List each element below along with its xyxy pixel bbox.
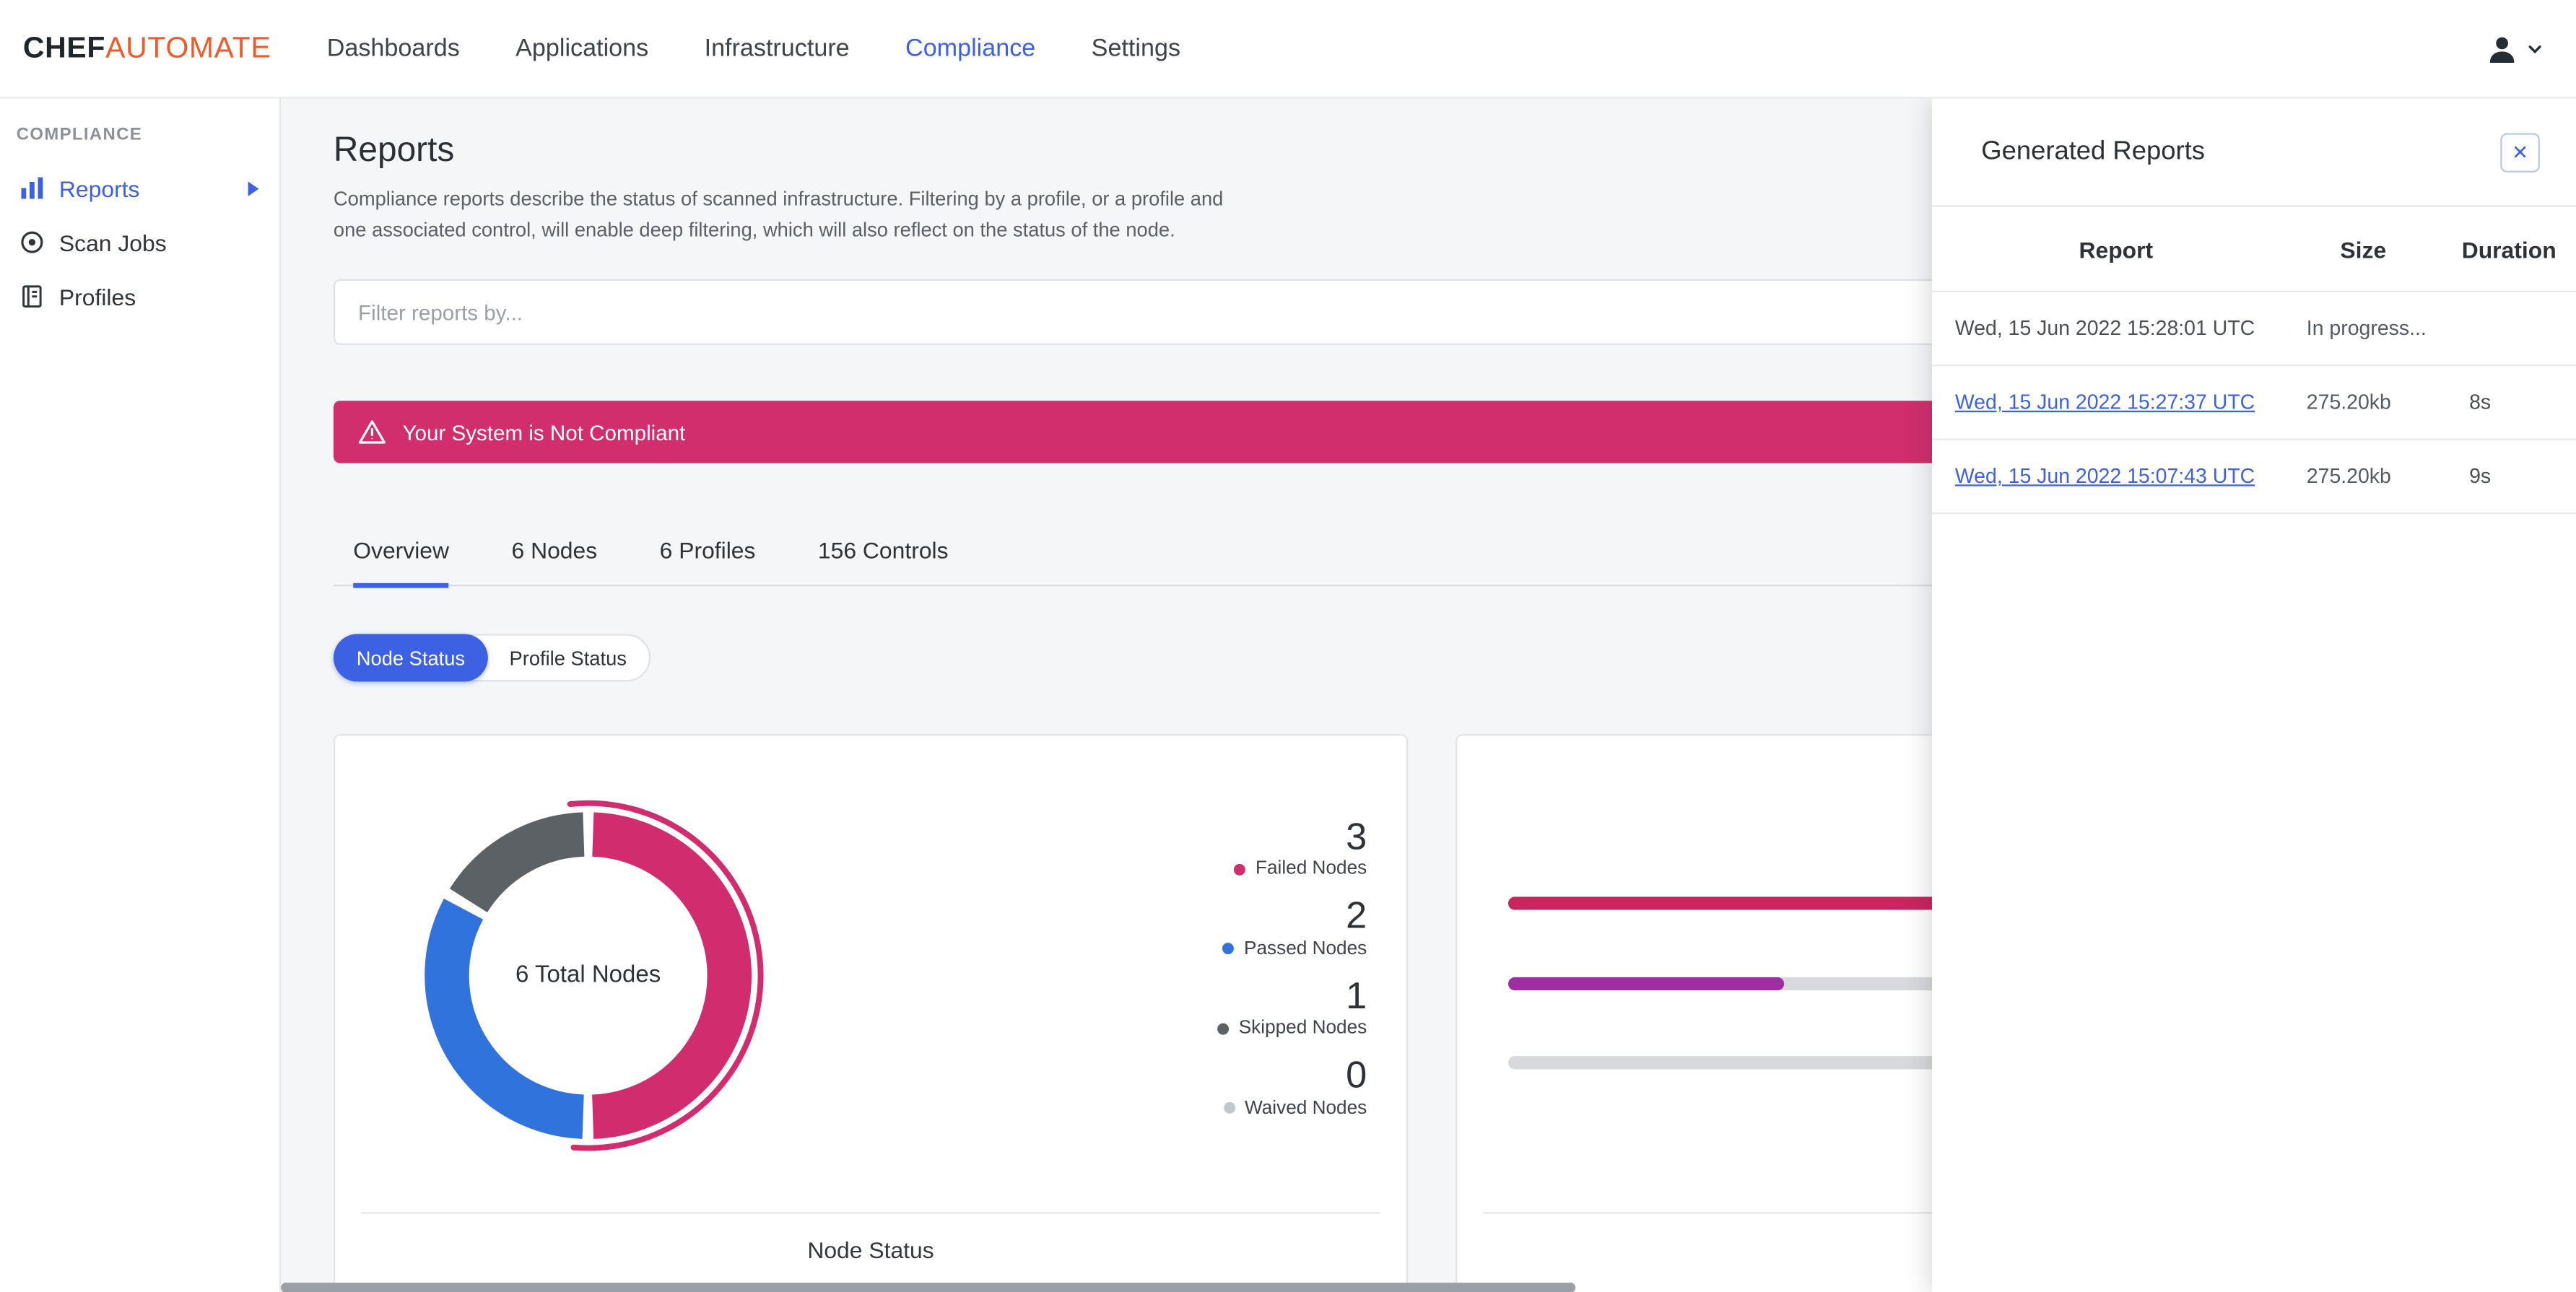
report-row: Wed, 15 Jun 2022 15:07:43 UTC 275.20kb 9s bbox=[1931, 440, 2576, 515]
report-duration-cell: 8s bbox=[2469, 390, 2492, 414]
panel-header: Generated Reports ✕ bbox=[1931, 99, 2576, 207]
legend-label-row: Passed Nodes bbox=[1186, 939, 1367, 959]
legend-label-row: Waived Nodes bbox=[1186, 1099, 1367, 1118]
nav-item-infrastructure[interactable]: Infrastructure bbox=[701, 25, 853, 72]
node-status-card: 6 Total Nodes 3 Failed Nodes 2 Passed Nodes… bbox=[333, 734, 1409, 1292]
column-header-duration: Duration bbox=[2461, 235, 2557, 262]
legend-label: Failed Nodes bbox=[1256, 860, 1367, 880]
node-status-donut: 6 Total Nodes bbox=[391, 779, 786, 1173]
horizontal-scrollbar[interactable] bbox=[281, 1283, 1576, 1292]
legend-label-row: Skipped Nodes bbox=[1186, 1019, 1367, 1039]
user-menu-button[interactable] bbox=[2484, 30, 2544, 66]
donut-chart bbox=[412, 800, 764, 1151]
nav-item-settings[interactable]: Settings bbox=[1088, 25, 1183, 72]
report-date-cell: Wed, 15 Jun 2022 15:27:37 UTC bbox=[1955, 391, 2277, 414]
page-description: Compliance reports describe the status o… bbox=[333, 187, 1224, 242]
report-row: Wed, 15 Jun 2022 15:28:01 UTC In progress… bbox=[1931, 292, 2576, 367]
tab-overview[interactable]: Overview bbox=[353, 537, 450, 588]
logo-automate: AUTOMATE bbox=[105, 31, 271, 64]
status-toggle: Node Status Profile Status bbox=[333, 634, 652, 682]
report-link[interactable]: Wed, 15 Jun 2022 15:27:37 UTC bbox=[1955, 391, 2255, 414]
sidebar: COMPLIANCE Reports Scan Jobs Profiles bbox=[0, 98, 282, 1292]
person-icon bbox=[2484, 30, 2520, 66]
tab-6-profiles[interactable]: 6 Profiles bbox=[660, 537, 756, 588]
top-navigation-bar: CHEFAUTOMATE Dashboards Applications Infra… bbox=[0, 0, 2576, 99]
legend-item: 3 Failed Nodes bbox=[1186, 814, 1367, 879]
legend-dot bbox=[1217, 1023, 1230, 1035]
report-date-cell: Wed, 15 Jun 2022 15:07:43 UTC bbox=[1955, 465, 2277, 488]
top-nav: Dashboards Applications Infrastructure Comp… bbox=[323, 25, 1183, 72]
warning-icon bbox=[358, 419, 386, 445]
page-title: Reports bbox=[333, 131, 455, 170]
report-link[interactable]: Wed, 15 Jun 2022 15:07:43 UTC bbox=[1955, 465, 2255, 488]
chevron-down-icon bbox=[2527, 40, 2544, 57]
severity-bar-fill bbox=[1507, 976, 1784, 990]
profiles-icon bbox=[18, 284, 44, 310]
report-duration-cell: 9s bbox=[2469, 464, 2492, 488]
report-date-cell: Wed, 15 Jun 2022 15:28:01 UTC bbox=[1954, 317, 2255, 341]
legend-label: Skipped Nodes bbox=[1238, 1018, 1367, 1039]
legend-count: 0 bbox=[1346, 1053, 1367, 1096]
legend-dot bbox=[1234, 863, 1246, 876]
panel-title: Generated Reports bbox=[1981, 137, 2205, 165]
report-row: Wed, 15 Jun 2022 15:27:37 UTC 275.20kb 8s bbox=[1931, 366, 2576, 440]
nav-item-compliance[interactable]: Compliance bbox=[902, 25, 1038, 72]
app: CHEFAUTOMATE Dashboards Applications Infra… bbox=[0, 0, 2576, 1292]
legend-label-row: Failed Nodes bbox=[1186, 860, 1367, 879]
node-status-caption: Node Status bbox=[807, 1236, 934, 1263]
sidebar-item-label: Scan Jobs bbox=[58, 229, 167, 256]
sidebar-item-scan-jobs[interactable]: Scan Jobs bbox=[0, 215, 279, 269]
caret-right-icon bbox=[246, 180, 259, 196]
alert-text: Your System is Not Compliant bbox=[402, 419, 686, 445]
sidebar-item-label: Profiles bbox=[58, 283, 136, 310]
scan-icon bbox=[18, 229, 44, 255]
legend-count: 3 bbox=[1346, 814, 1367, 857]
sidebar-item-profiles[interactable]: Profiles bbox=[0, 269, 279, 323]
legend-count: 1 bbox=[1346, 974, 1367, 1017]
tab-6-nodes[interactable]: 6 Nodes bbox=[511, 537, 597, 588]
bar-chart-icon bbox=[18, 175, 44, 201]
legend-dot bbox=[1223, 1102, 1235, 1114]
column-header-report: Report bbox=[2079, 235, 2154, 262]
column-header-size: Size bbox=[2340, 235, 2387, 262]
nav-item-dashboards[interactable]: Dashboards bbox=[323, 25, 463, 72]
sidebar-item-reports[interactable]: Reports bbox=[0, 161, 279, 215]
generated-reports-panel: Generated Reports ✕ Report Size Duration… bbox=[1931, 98, 2576, 1292]
legend-count: 2 bbox=[1346, 894, 1367, 938]
sidebar-item-label: Reports bbox=[58, 175, 140, 201]
reports-table-body: Wed, 15 Jun 2022 15:28:01 UTC In progress… bbox=[1931, 292, 2576, 515]
sidebar-section-label: COMPLIANCE bbox=[16, 124, 143, 145]
toggle-profile-status[interactable]: Profile Status bbox=[487, 634, 650, 681]
toggle-node-status[interactable]: Node Status bbox=[333, 634, 488, 682]
report-size-cell: 275.20kb bbox=[2306, 390, 2391, 414]
legend-item: 1 Skipped Nodes bbox=[1186, 974, 1367, 1039]
legend-label: Passed Nodes bbox=[1244, 939, 1367, 959]
legend-label: Waived Nodes bbox=[1245, 1098, 1367, 1119]
close-button[interactable]: ✕ bbox=[2500, 132, 2540, 172]
legend-item: 2 Passed Nodes bbox=[1186, 894, 1367, 959]
close-icon: ✕ bbox=[2512, 140, 2529, 164]
logo-chef: CHEF bbox=[22, 31, 106, 64]
sidebar-items: Reports Scan Jobs Profiles bbox=[0, 161, 279, 323]
report-size-cell: In progress... bbox=[2306, 317, 2427, 341]
legend-item: 0 Waived Nodes bbox=[1186, 1053, 1367, 1118]
node-status-legend: 3 Failed Nodes 2 Passed Nodes 1 Skipped Nodes… bbox=[1186, 815, 1367, 1133]
logo: CHEFAUTOMATE bbox=[23, 31, 271, 66]
card-divider bbox=[361, 1212, 1380, 1214]
legend-dot bbox=[1222, 943, 1235, 955]
reports-table-header: Report Size Duration bbox=[1931, 207, 2576, 293]
tab-156-controls[interactable]: 156 Controls bbox=[818, 537, 949, 588]
report-size-cell: 275.20kb bbox=[2306, 464, 2391, 488]
nav-item-applications[interactable]: Applications bbox=[513, 25, 652, 72]
